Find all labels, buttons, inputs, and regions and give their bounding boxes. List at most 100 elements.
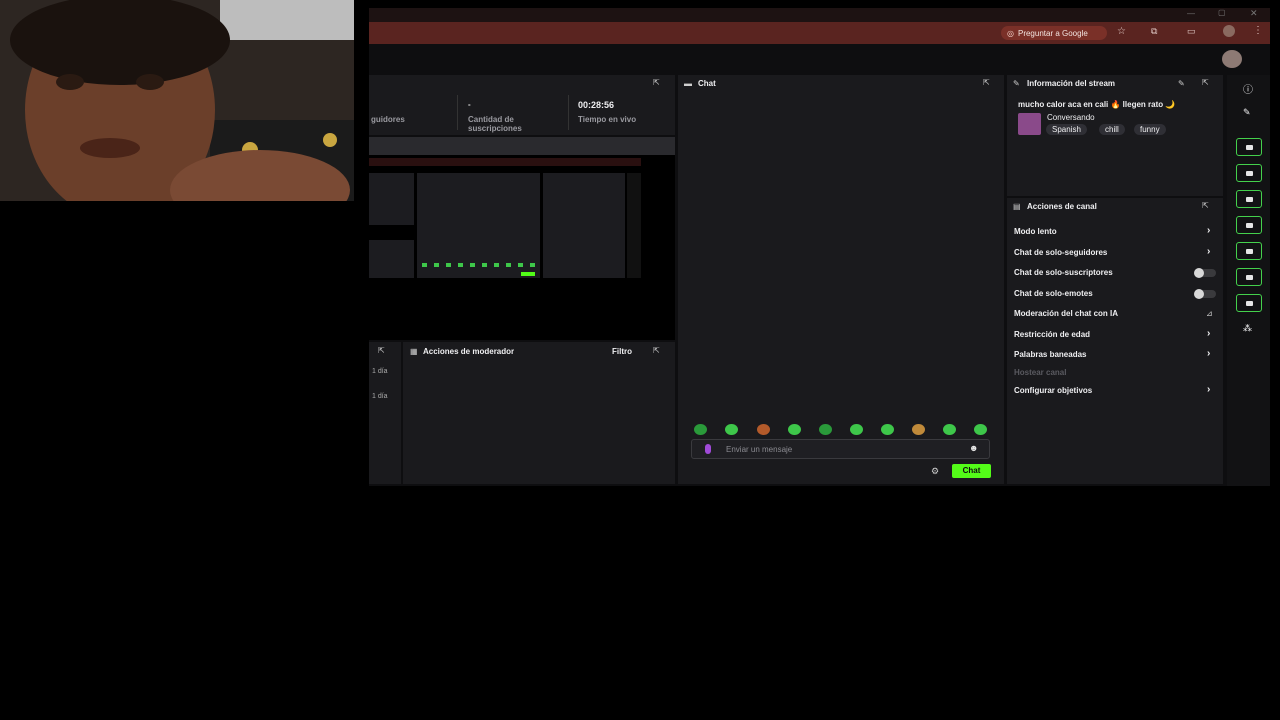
tag-chip: funny bbox=[1134, 124, 1166, 135]
action-configure-goals[interactable]: Configurar objetivos bbox=[1014, 386, 1092, 395]
divider bbox=[457, 95, 458, 130]
webcam-overlay bbox=[0, 0, 354, 201]
emote-picker-icon[interactable]: ☻ bbox=[969, 443, 978, 453]
google-lens-icon: ◎ bbox=[1007, 28, 1014, 38]
chevron-right-icon[interactable]: › bbox=[1207, 384, 1210, 395]
filter-button[interactable]: Filtro bbox=[612, 347, 632, 356]
extensions-icon[interactable]: ⧉ bbox=[1151, 26, 1157, 37]
live-time-value: 00:28:56 bbox=[578, 100, 615, 110]
action-slow-mode[interactable]: Modo lento bbox=[1014, 227, 1057, 236]
emotes-only-toggle[interactable] bbox=[1194, 289, 1216, 299]
preview-panel bbox=[369, 173, 414, 225]
sidebar-broadcast-icon[interactable] bbox=[1236, 242, 1262, 260]
emote-icon[interactable] bbox=[881, 424, 894, 435]
log-item: 1 día bbox=[372, 393, 388, 400]
action-emotes-only[interactable]: Chat de solo-emotes bbox=[1014, 289, 1093, 298]
user-avatar[interactable] bbox=[1222, 50, 1242, 68]
action-subs-only[interactable]: Chat de solo-suscriptores bbox=[1014, 268, 1113, 277]
stream-preview[interactable] bbox=[369, 155, 675, 340]
emote-icon[interactable] bbox=[850, 424, 863, 435]
emote-icon[interactable] bbox=[943, 424, 956, 435]
emote-icon[interactable] bbox=[974, 424, 987, 435]
sidebar-message-icon[interactable] bbox=[1236, 216, 1262, 234]
info-icon[interactable]: ⓘ bbox=[1243, 81, 1253, 96]
chat-title: Chat bbox=[698, 79, 716, 88]
ask-google-chip[interactable]: ◎ Preguntar a Google bbox=[1001, 26, 1107, 40]
stream-info-panel bbox=[1007, 75, 1223, 196]
send-chat-button[interactable]: Chat bbox=[952, 464, 991, 478]
popout-icon[interactable]: ⇱ bbox=[1202, 79, 1212, 87]
tag-chip: Spanish bbox=[1046, 124, 1087, 135]
ask-google-label: Preguntar a Google bbox=[1017, 28, 1088, 38]
profile-avatar[interactable] bbox=[1223, 25, 1235, 37]
action-age-restriction[interactable]: Restricción de edad bbox=[1014, 330, 1090, 339]
emote-icon[interactable] bbox=[788, 424, 801, 435]
mic-icon[interactable] bbox=[705, 444, 711, 454]
preview-panel bbox=[369, 240, 414, 278]
chat-input[interactable]: Enviar un mensaje ☻ bbox=[691, 439, 990, 459]
popout-icon[interactable]: ⇱ bbox=[983, 79, 993, 87]
chat-input-placeholder: Enviar un mensaje bbox=[726, 445, 793, 454]
popout-icon[interactable]: ⇱ bbox=[653, 347, 663, 355]
menu-icon[interactable]: ⋮ bbox=[1253, 25, 1263, 36]
edit-icon[interactable]: ✎ bbox=[1178, 79, 1185, 88]
wrench-icon: ✎ bbox=[1013, 79, 1020, 88]
minimize-icon[interactable]: — bbox=[1187, 9, 1195, 18]
sidebar-flash-icon[interactable] bbox=[1236, 164, 1262, 182]
emote-icon[interactable] bbox=[757, 424, 770, 435]
log-item: 1 día bbox=[372, 368, 388, 375]
category-name: Conversando bbox=[1047, 113, 1095, 122]
popout-icon[interactable]: ⇱ bbox=[653, 79, 663, 87]
chevron-right-icon[interactable]: › bbox=[1207, 328, 1210, 339]
subs-value: - bbox=[468, 100, 471, 109]
emote-icon[interactable] bbox=[912, 424, 925, 435]
preview-emotes bbox=[422, 263, 537, 267]
stream-info-title: Información del stream bbox=[1027, 79, 1116, 88]
action-followers-only[interactable]: Chat de solo-seguidores bbox=[1014, 248, 1107, 257]
settings-icon: ▤ bbox=[1013, 202, 1021, 211]
live-time-label: Tiempo en vivo bbox=[578, 115, 637, 124]
popout-icon[interactable]: ⇱ bbox=[1202, 202, 1212, 210]
emote-icon[interactable] bbox=[694, 424, 707, 435]
subs-label: Cantidad de suscripciones bbox=[468, 115, 522, 133]
pencil-icon[interactable]: ✎ bbox=[1243, 107, 1251, 118]
browser-title-bar: — ▢ ✕ bbox=[369, 8, 1270, 22]
add-widget-icon[interactable]: ⁂ bbox=[1243, 323, 1252, 334]
close-icon[interactable]: ✕ bbox=[1250, 8, 1258, 19]
emote-icon[interactable] bbox=[819, 424, 832, 435]
divider bbox=[568, 95, 569, 130]
shield-icon: ▦ bbox=[410, 347, 418, 356]
maximize-icon[interactable]: ▢ bbox=[1218, 8, 1226, 17]
chevron-right-icon[interactable]: › bbox=[1207, 225, 1210, 236]
action-banned-words[interactable]: Palabras baneadas bbox=[1014, 350, 1086, 359]
mod-actions-panel bbox=[403, 342, 675, 484]
sidebar-wrench-icon[interactable] bbox=[1236, 294, 1262, 312]
preview-address-bar bbox=[369, 158, 641, 166]
chevron-right-icon[interactable]: › bbox=[1207, 348, 1210, 359]
sidepanel-icon[interactable]: ▭ bbox=[1187, 26, 1196, 37]
chart-icon[interactable]: ⊿ bbox=[1206, 309, 1213, 318]
sidebar-chat-icon[interactable] bbox=[1236, 190, 1262, 208]
subs-only-toggle[interactable] bbox=[1194, 268, 1216, 278]
category-thumbnail bbox=[1018, 113, 1041, 135]
preview-info bbox=[543, 173, 625, 278]
tag-chip: chill bbox=[1099, 124, 1125, 135]
popout-icon[interactable]: ⇱ bbox=[378, 347, 388, 355]
webcam-image bbox=[0, 0, 354, 201]
sidebar-actions-icon[interactable] bbox=[1236, 268, 1262, 286]
preview-chat bbox=[417, 173, 540, 278]
sidebar-stream-icon[interactable] bbox=[1236, 138, 1262, 156]
action-ai-moderation[interactable]: Moderación del chat con IA bbox=[1014, 309, 1118, 318]
followers-label: guidores bbox=[371, 115, 405, 124]
preview-sidebar bbox=[627, 173, 641, 278]
gear-icon[interactable]: ⚙ bbox=[931, 466, 939, 477]
channel-actions-title: Acciones de canal bbox=[1027, 202, 1097, 211]
emote-icon[interactable] bbox=[725, 424, 738, 435]
action-host-channel: Hostear canal bbox=[1014, 368, 1067, 377]
stream-title: mucho calor aca en cali 🔥 llegen rato 🌙 bbox=[1018, 100, 1176, 109]
star-icon[interactable]: ☆ bbox=[1117, 26, 1126, 37]
chat-icon: ▬ bbox=[684, 79, 692, 88]
preview-chat-button bbox=[521, 272, 535, 276]
chevron-right-icon[interactable]: › bbox=[1207, 246, 1210, 257]
preview-header bbox=[369, 137, 675, 155]
